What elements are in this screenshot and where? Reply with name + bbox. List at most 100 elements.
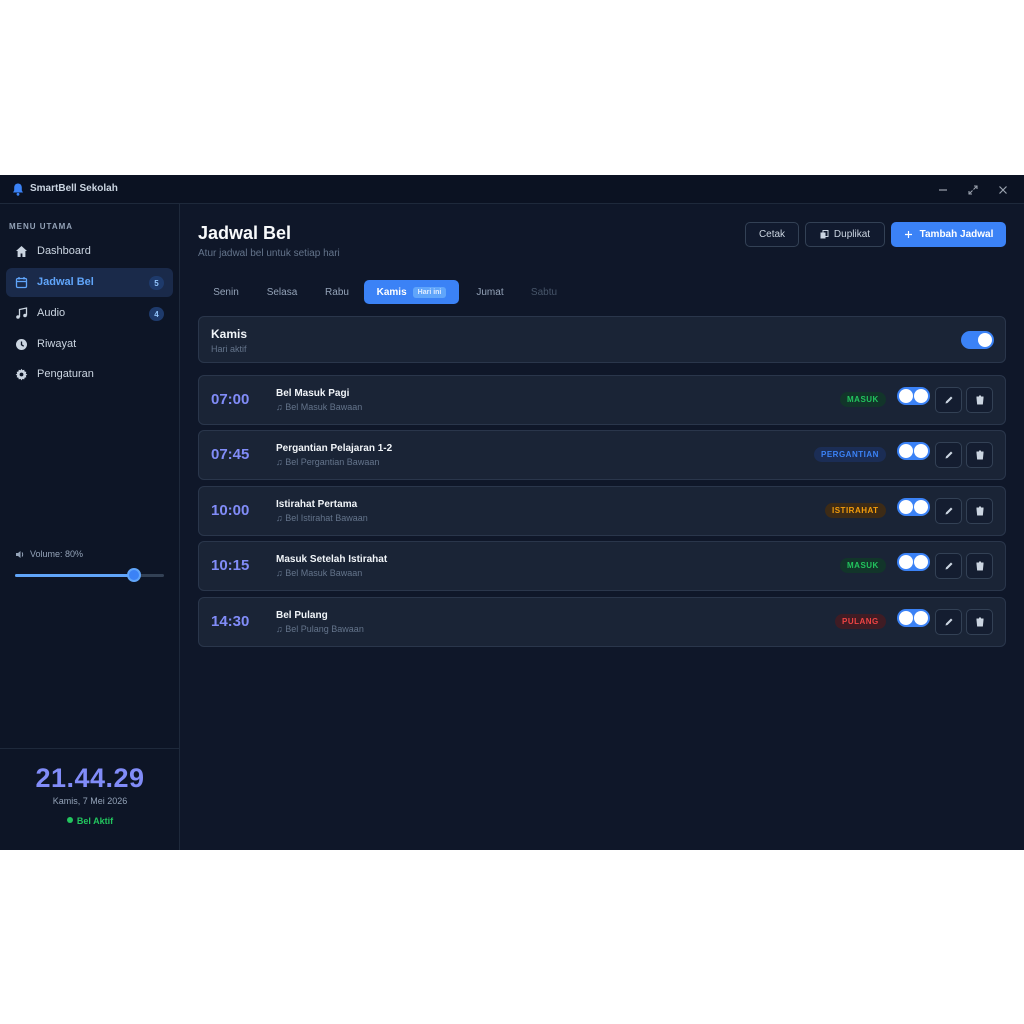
main-content: Jadwal Bel Atur jadwal bel untuk setiap … (181, 204, 1024, 850)
music-note-icon: ♫ (276, 457, 286, 467)
sidebar: MENU UTAMA Dashboard Jadwal Bel 5 Audio … (0, 204, 180, 850)
maximize-button[interactable] (963, 180, 983, 200)
volume-slider-thumb[interactable] (127, 568, 142, 582)
tab-selasa[interactable]: Selasa (254, 280, 310, 304)
home-icon (16, 246, 27, 257)
edit-button[interactable] (935, 498, 962, 524)
schedule-row: 07:00 Bel Masuk Pagi ♫ Bel Masuk Bawaan … (198, 375, 1006, 425)
schedule-audio: ♫ Bel Masuk Bawaan (276, 568, 362, 578)
tab-sabtu[interactable]: Sabtu (518, 280, 570, 304)
volume-fill (15, 574, 135, 577)
delete-button[interactable] (966, 442, 993, 468)
schedule-time: 10:15 (211, 557, 250, 574)
schedule-time: 07:00 (211, 391, 250, 408)
pencil-icon (945, 562, 952, 570)
music-icon (16, 307, 28, 319)
copy-icon (820, 230, 829, 239)
tab-senin[interactable]: Senin (198, 280, 254, 304)
type-badge: ISTIRAHAT (825, 503, 886, 518)
delete-button[interactable] (966, 609, 993, 635)
sidebar-item-pengaturan[interactable]: Pengaturan (6, 360, 173, 389)
sidebar-item-label: Pengaturan (37, 368, 94, 380)
sidebar-item-riwayat[interactable]: Riwayat (6, 330, 173, 359)
volume-label: Volume: 80% (15, 549, 83, 559)
toggle-knob (899, 555, 913, 569)
schedule-row: 14:30 Bel Pulang ♫ Bel Pulang Bawaan PUL… (198, 597, 1006, 647)
schedule-audio-name: Bel Masuk Bawaan (285, 568, 363, 578)
edit-button[interactable] (935, 442, 962, 468)
schedule-audio: ♫ Bel Istirahat Bawaan (276, 513, 368, 523)
tab-label: Senin (213, 286, 239, 298)
sidebar-item-label: Dashboard (37, 245, 91, 257)
schedule-time: 07:45 (211, 446, 250, 463)
volume-slider[interactable] (15, 568, 164, 582)
sidebar-item-label: Jadwal Bel (37, 276, 94, 288)
trash-icon (975, 561, 984, 571)
tab-jumat[interactable]: Jumat (462, 280, 518, 304)
sidebar-item-jadwal-bel[interactable]: Jadwal Bel 5 (6, 268, 173, 297)
close-icon (999, 186, 1007, 194)
gear-icon (15, 368, 28, 381)
sidebar-item-label: Audio (37, 307, 66, 319)
close-button[interactable] (993, 180, 1013, 200)
count-badge: 5 (149, 276, 164, 290)
app-title: SmartBell Sekolah (30, 183, 118, 194)
add-schedule-label: Tambah Jadwal (919, 229, 994, 240)
schedule-toggle[interactable] (897, 498, 930, 516)
status-dot (66, 817, 73, 823)
trash-icon (975, 450, 984, 460)
schedule-name: Masuk Setelah Istirahat (276, 554, 388, 565)
sidebar-item-dashboard[interactable]: Dashboard (6, 237, 173, 266)
delete-button[interactable] (966, 553, 993, 579)
type-badge: PERGANTIAN (814, 447, 886, 462)
toggle-knob (914, 611, 928, 625)
schedule-row: 10:00 Istirahat Pertama ♫ Bel Istirahat … (198, 486, 1006, 536)
duplicate-button-label: Duplikat (833, 229, 871, 240)
duplicate-button[interactable]: Duplikat (805, 222, 885, 247)
page-subtitle: Atur jadwal bel untuk setiap hari (198, 248, 340, 259)
schedule-audio-name: Bel Pergantian Bawaan (285, 457, 380, 467)
pencil-icon (945, 507, 952, 515)
add-schedule-button[interactable]: Tambah Jadwal (891, 222, 1006, 247)
schedule-name: Istirahat Pertama (276, 499, 358, 510)
minimize-icon (939, 189, 947, 191)
edit-button[interactable] (935, 553, 962, 579)
tab-label: Rabu (325, 286, 349, 298)
title-bar: SmartBell Sekolah (0, 175, 1024, 204)
clock-time: 21.44.29 (35, 763, 145, 793)
schedule-toggle[interactable] (897, 442, 930, 460)
pencil-icon (945, 451, 952, 459)
toggle-knob (914, 500, 928, 514)
clock-icon (16, 339, 27, 350)
schedule-toggle[interactable] (897, 387, 930, 405)
expand-icon (968, 185, 978, 195)
today-badge: Hari ini (412, 286, 447, 298)
sidebar-item-label: Riwayat (37, 338, 77, 350)
trash-icon (975, 617, 984, 627)
toggle-knob (914, 555, 928, 569)
tab-label: Kamis (376, 286, 407, 298)
pencil-icon (945, 618, 952, 626)
print-button[interactable]: Cetak (745, 222, 799, 247)
schedule-audio: ♫ Bel Pulang Bawaan (276, 624, 364, 634)
toggle-knob (899, 389, 913, 403)
schedule-toggle[interactable] (897, 553, 930, 571)
toggle-knob (899, 500, 913, 514)
trash-icon (975, 506, 984, 516)
day-status: Hari aktif (211, 344, 247, 354)
tab-kamis[interactable]: Kamis Hari ini (364, 280, 459, 304)
schedule-toggle[interactable] (897, 609, 930, 627)
plus-icon (904, 231, 912, 238)
sidebar-item-audio[interactable]: Audio 4 (6, 299, 173, 328)
volume-text: Volume: 80% (30, 549, 84, 559)
toggle-knob (914, 389, 928, 403)
day-toggle[interactable] (961, 331, 994, 349)
delete-button[interactable] (966, 387, 993, 413)
toggle-knob (899, 611, 913, 625)
edit-button[interactable] (935, 387, 962, 413)
edit-button[interactable] (935, 609, 962, 635)
tab-rabu[interactable]: Rabu (310, 280, 364, 304)
delete-button[interactable] (966, 498, 993, 524)
minimize-button[interactable] (933, 180, 953, 200)
type-badge: MASUK (840, 558, 886, 573)
